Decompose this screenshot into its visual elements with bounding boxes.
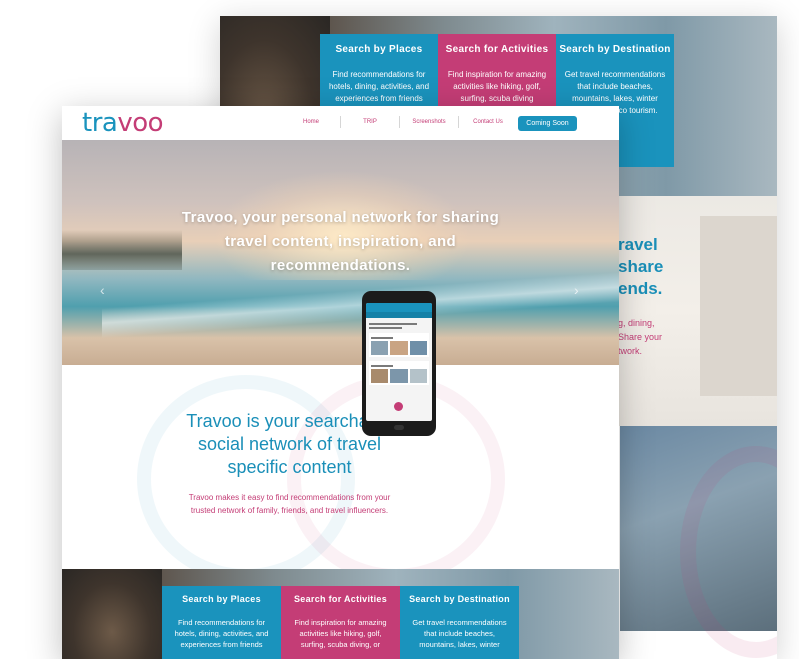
photo-thumbnail <box>390 369 408 383</box>
foreground-page-mockup: travoo Home TRIP Screenshots Contact Us … <box>62 106 619 659</box>
feature-cards: Search by Places Find recommendations fo… <box>162 586 519 659</box>
back-card-title: Search by Destination <box>559 44 671 55</box>
app-header-bar <box>366 303 432 312</box>
back-window-image <box>700 216 777 396</box>
feature-card-desc: Get travel recommendations that include … <box>412 618 507 649</box>
hero-palm-trees <box>62 230 182 270</box>
rock-image <box>62 569 162 659</box>
feature-card-title: Search by Destination <box>409 594 510 604</box>
app-feed-text <box>369 327 402 329</box>
nav-contact-us[interactable]: Contact Us <box>459 119 517 125</box>
features-band: Search by Places Find recommendations fo… <box>62 569 619 659</box>
app-post-photos <box>371 341 427 355</box>
app-feed <box>366 318 432 388</box>
nav-home[interactable]: Home <box>282 119 340 125</box>
app-post-author <box>371 337 394 339</box>
section-subtitle: Travoo makes it easy to find recommendat… <box>188 493 391 515</box>
top-navbar: travoo Home TRIP Screenshots Contact Us … <box>62 106 619 140</box>
photo-thumbnail <box>371 341 389 355</box>
back-card-title: Search for Activities <box>445 44 549 55</box>
app-feed-text <box>369 323 417 325</box>
hero-headline: Travoo, your personal network for sharin… <box>181 209 500 274</box>
hero-banner: Travoo, your personal network for sharin… <box>62 140 619 399</box>
feature-card-desc: Find recommendations for hotels, dining,… <box>174 618 269 649</box>
app-post-author <box>371 365 394 367</box>
travoo-logo[interactable]: travoo <box>82 108 164 138</box>
app-post-card <box>369 333 429 357</box>
logo-text-pink: voo <box>117 108 164 138</box>
carousel-next-icon[interactable]: › <box>574 282 579 298</box>
back-card-title: Search by Places <box>335 44 423 55</box>
photo-thumbnail <box>371 369 389 383</box>
photo-thumbnail <box>409 369 427 383</box>
app-post-photos <box>371 369 427 383</box>
feature-card-title: Search by Places <box>182 594 261 604</box>
back-card-desc: Find recommendations for hotels, dining,… <box>328 70 430 103</box>
smartphone-mockup <box>362 291 436 436</box>
app-screen-preview <box>366 303 432 421</box>
photo-thumbnail <box>409 341 427 355</box>
app-post-card <box>369 361 429 385</box>
logo-text-blue: tra <box>82 108 118 138</box>
coming-soon-button[interactable]: Coming Soon <box>518 116 577 131</box>
photo-thumbnail <box>390 341 408 355</box>
back-partial-subtitle: g, dining, Share your twork. <box>618 318 663 356</box>
carousel-prev-icon[interactable]: ‹ <box>100 282 105 298</box>
nav-screenshots[interactable]: Screenshots <box>400 119 458 125</box>
back-card-desc: Find inspiration for amazing activities … <box>447 70 547 103</box>
feature-card-activities[interactable]: Search for Activities Find inspiration f… <box>281 586 400 659</box>
hero-wave-foam <box>102 271 619 339</box>
nav-trip[interactable]: TRIP <box>341 119 399 125</box>
feature-card-title: Search for Activities <box>294 594 387 604</box>
feature-card-destination[interactable]: Search by Destination Get travel recomme… <box>400 586 519 659</box>
app-add-button <box>394 402 403 411</box>
feature-card-places[interactable]: Search by Places Find recommendations fo… <box>162 586 281 659</box>
back-partial-title: ravel share ends. <box>618 235 664 298</box>
nav-menu: Home TRIP Screenshots Contact Us <box>282 116 517 128</box>
feature-card-desc: Find inspiration for amazing activities … <box>294 618 387 649</box>
phone-home-button <box>394 425 404 430</box>
social-network-section: Travoo is your searchable social network… <box>62 365 619 569</box>
